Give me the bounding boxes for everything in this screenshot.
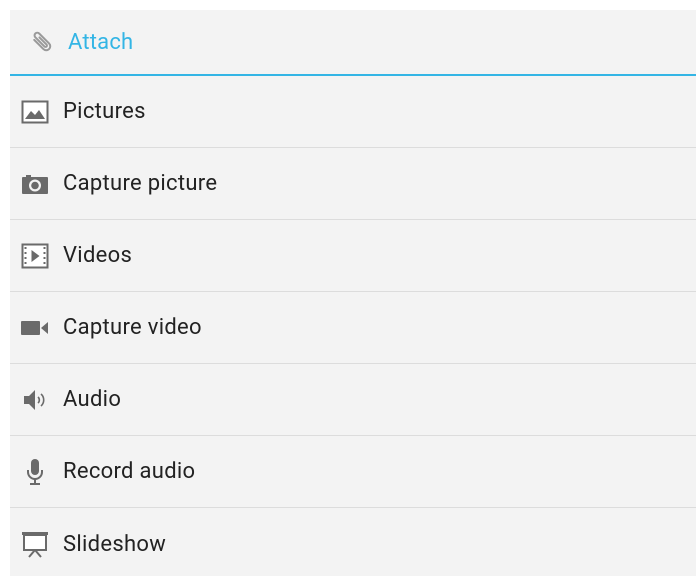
microphone-icon — [20, 457, 50, 487]
attach-option-videos[interactable]: Videos — [10, 220, 696, 292]
videos-icon — [20, 241, 50, 271]
camera-icon — [20, 169, 50, 199]
dialog-title: Attach — [68, 29, 134, 55]
attach-option-record-audio[interactable]: Record audio — [10, 436, 696, 508]
slideshow-icon — [20, 529, 50, 559]
attach-dialog: Attach Pictures Capture picture Videos C… — [10, 10, 696, 576]
attach-option-capture-video[interactable]: Capture video — [10, 292, 696, 364]
attach-option-capture-picture[interactable]: Capture picture — [10, 148, 696, 220]
video-camera-icon — [20, 313, 50, 343]
pictures-icon — [20, 97, 50, 127]
option-label: Slideshow — [63, 531, 167, 557]
audio-speaker-icon — [20, 385, 50, 415]
option-label: Record audio — [63, 459, 196, 484]
option-label: Audio — [63, 387, 122, 412]
attach-option-slideshow[interactable]: Slideshow — [10, 508, 696, 576]
attach-options-list: Pictures Capture picture Videos Capture … — [10, 76, 696, 576]
option-label: Videos — [63, 243, 133, 268]
paperclip-icon — [28, 28, 56, 56]
dialog-title-bar: Attach — [10, 10, 696, 76]
attach-option-pictures[interactable]: Pictures — [10, 76, 696, 148]
option-label: Capture picture — [63, 171, 218, 196]
option-label: Capture video — [63, 315, 202, 340]
attach-option-audio[interactable]: Audio — [10, 364, 696, 436]
option-label: Pictures — [63, 99, 146, 124]
